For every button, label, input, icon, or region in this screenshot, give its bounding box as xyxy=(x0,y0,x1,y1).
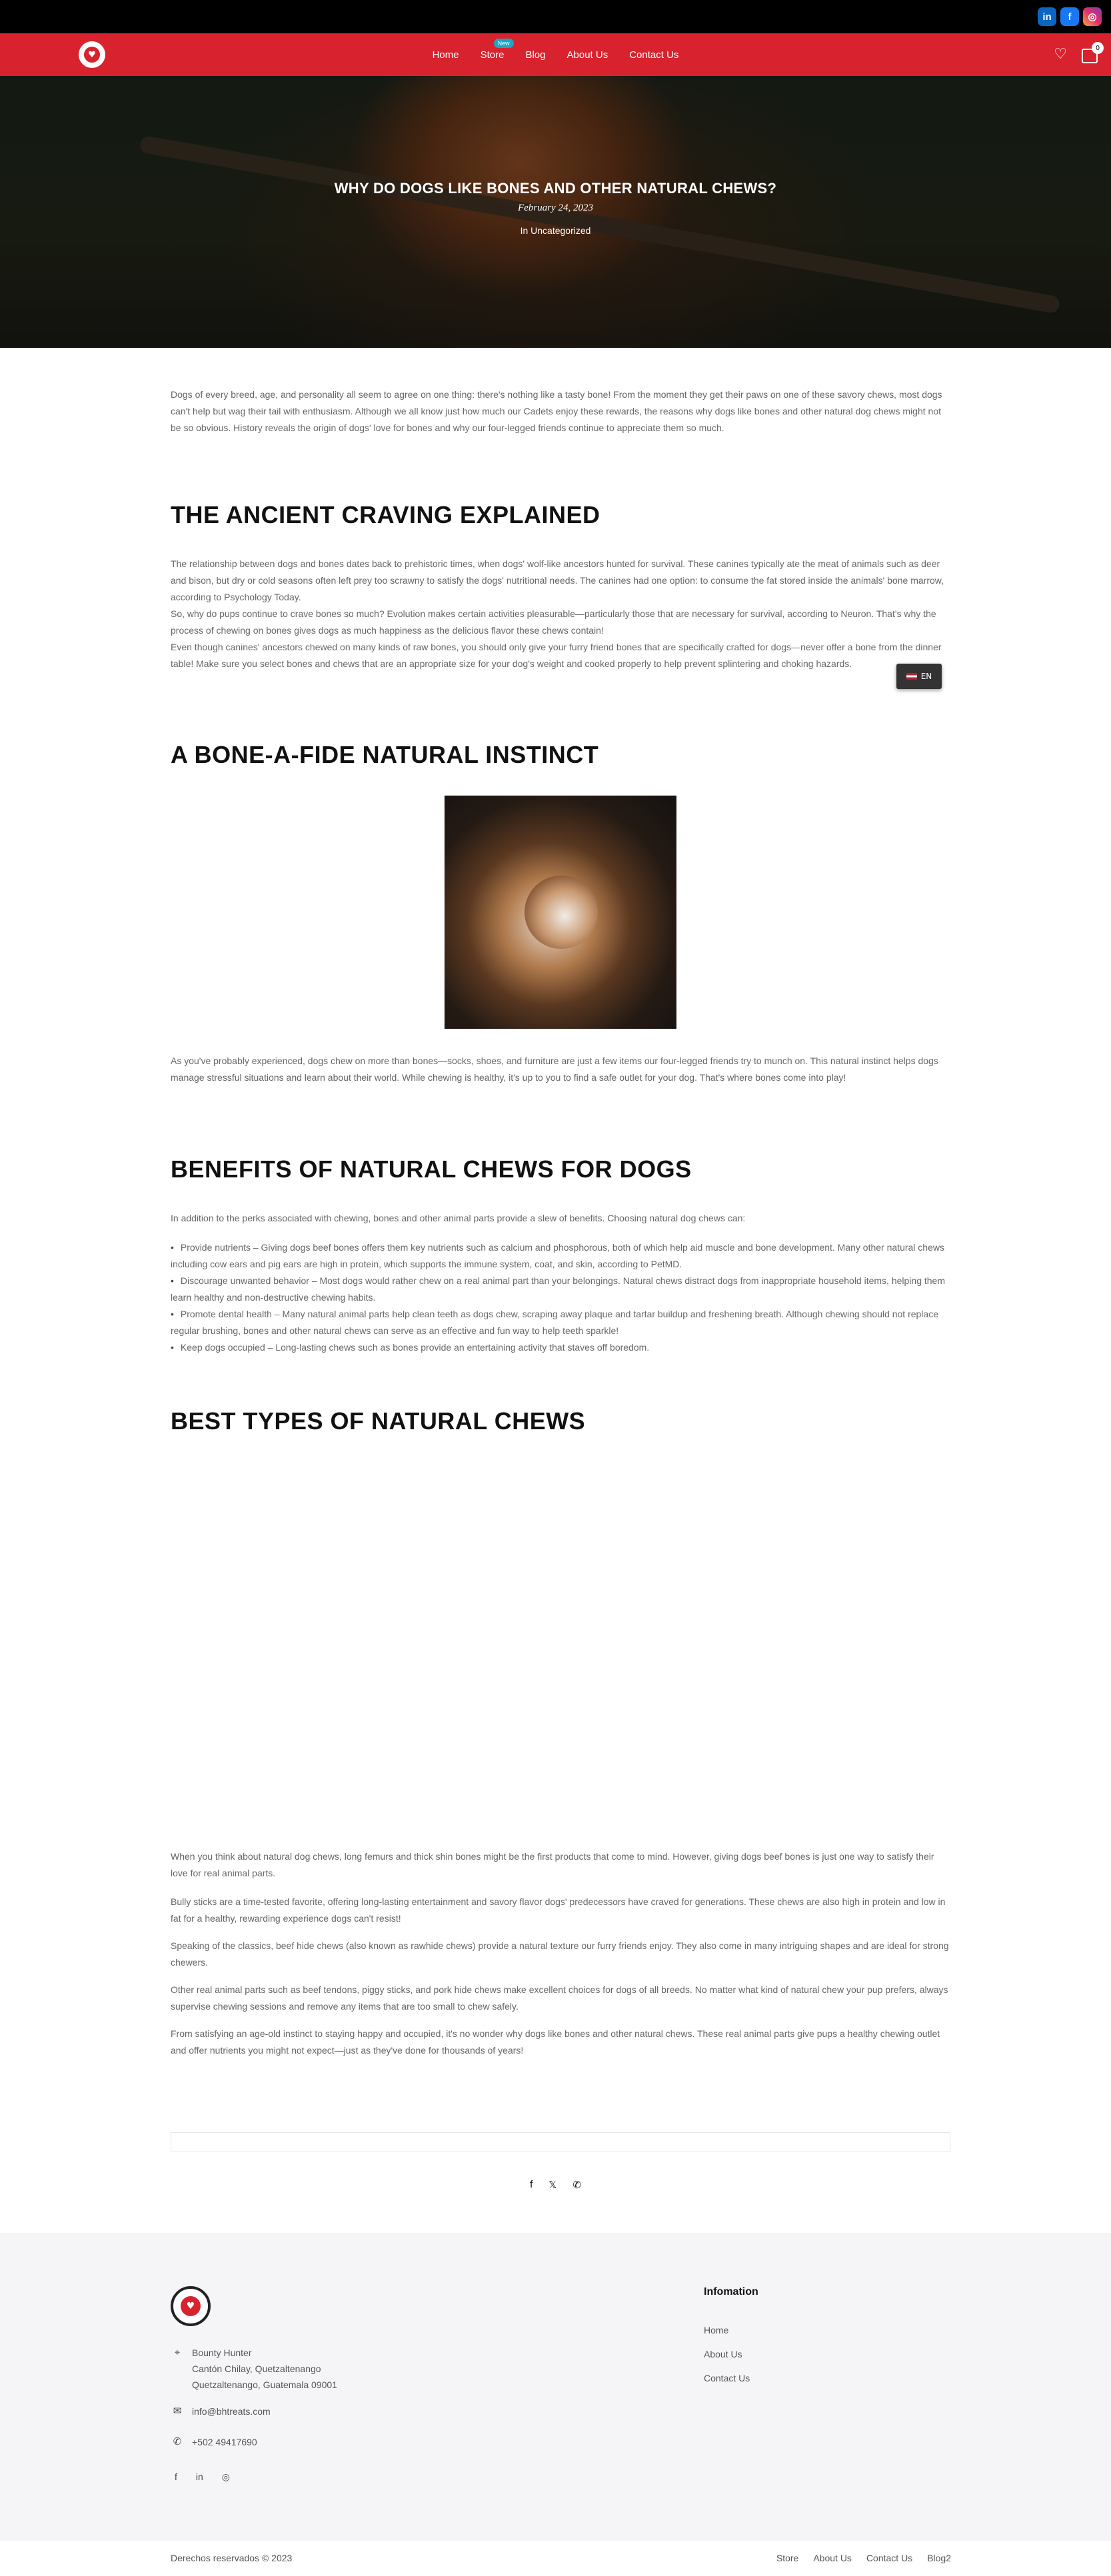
instagram-icon[interactable]: ◎ xyxy=(222,2471,230,2483)
address-line: Quetzaltenango, Guatemala 09001 xyxy=(192,2379,337,2390)
nav-store[interactable]: Store New xyxy=(480,38,514,61)
facebook-icon[interactable]: f xyxy=(1060,7,1079,26)
heart-logo-icon: ♥ xyxy=(181,2296,201,2316)
main-menu: Home Store New Blog About Us Contact Us xyxy=(0,33,1111,76)
post-category[interactable]: In Uncategorized xyxy=(0,225,1111,236)
intro-paragraph: Dogs of every breed, age, and personalit… xyxy=(171,389,942,433)
top-social-links: in f ◎ xyxy=(1038,7,1102,26)
bulldog-image xyxy=(445,796,676,1029)
ancient-paragraph-3: Even though canines' ancestors chewed on… xyxy=(171,642,942,669)
types-paragraph-3: Speaking of the classics, beef hide chew… xyxy=(171,1940,949,1968)
types-paragraph-4: Other real animal parts such as beef ten… xyxy=(171,1984,948,2012)
copyright-text: Derechos reservados © 2023 xyxy=(171,2553,293,2563)
whatsapp-share-icon[interactable]: ✆ xyxy=(572,2179,581,2191)
nav-home[interactable]: Home xyxy=(433,49,459,61)
bottom-link-contact-us[interactable]: Contact Us xyxy=(866,2553,912,2563)
bottom-link-blog2[interactable]: Blog2 xyxy=(927,2553,951,2563)
top-bar: in f ◎ xyxy=(0,0,1111,33)
types-paragraph-2: Bully sticks are a time-tested favorite,… xyxy=(171,1896,946,1924)
cart-count-badge: 0 xyxy=(1092,42,1104,54)
heading-benefits: BENEFITS OF NATURAL CHEWS FOR DOGS xyxy=(171,1155,692,1183)
linkedin-icon[interactable]: in xyxy=(196,2471,203,2483)
ancient-paragraph-1: The relationship between dogs and bones … xyxy=(171,558,944,602)
language-switcher[interactable]: EN xyxy=(896,664,942,689)
list-item: Discourage unwanted behavior – Most dogs… xyxy=(171,1273,950,1306)
list-item: Promote dental health – Many natural ani… xyxy=(171,1306,950,1339)
footer-info-title: Infomation xyxy=(704,2286,758,2297)
post-title: WHY DO DOGS LIKE BONES AND OTHER NATURAL… xyxy=(334,180,777,197)
post-meta-box xyxy=(171,2132,950,2152)
heading-ancient-craving: THE ANCIENT CRAVING EXPLAINED xyxy=(171,501,600,528)
address-line: Cantón Chilay, Quetzaltenango xyxy=(192,2363,321,2374)
facebook-icon[interactable]: f xyxy=(175,2471,177,2483)
us-flag-icon xyxy=(906,673,917,680)
new-badge: New xyxy=(493,38,514,48)
list-item: Provide nutrients – Giving dogs beef bon… xyxy=(171,1239,950,1273)
ancient-paragraph-2: So, why do pups continue to crave bones … xyxy=(171,608,936,636)
footer: ♥ ⌖ Bounty Hunter Cantón Chilay, Quetzal… xyxy=(0,2233,1111,2541)
footer-logo[interactable]: ♥ xyxy=(171,2286,211,2326)
language-label: EN xyxy=(920,672,932,681)
bottom-link-store[interactable]: Store xyxy=(776,2553,798,2563)
footer-link-contact-us[interactable]: Contact Us xyxy=(704,2373,750,2383)
address-line: Bounty Hunter xyxy=(192,2347,252,2358)
cart-icon[interactable]: 0 xyxy=(1082,42,1104,63)
facebook-share-icon[interactable]: f xyxy=(530,2179,533,2191)
instagram-icon[interactable]: ◎ xyxy=(1083,7,1102,26)
post-date: February 24, 2023 xyxy=(518,203,593,213)
email-link[interactable]: info@bhtreats.com xyxy=(192,2403,271,2419)
bottom-link-about-us[interactable]: About Us xyxy=(813,2553,852,2563)
footer-phone: ✆ +502 49417690 xyxy=(171,2434,257,2450)
footer-link-about-us[interactable]: About Us xyxy=(704,2349,742,2359)
instinct-paragraph: As you've probably experienced, dogs che… xyxy=(171,1055,938,1083)
twitter-share-icon[interactable]: 𝕏 xyxy=(549,2179,556,2191)
share-buttons: f 𝕏 ✆ xyxy=(0,2179,1111,2191)
footer-social: f in ◎ xyxy=(175,2471,230,2483)
benefits-list: Provide nutrients – Giving dogs beef bon… xyxy=(171,1239,950,1356)
heading-best-types: BEST TYPES OF NATURAL CHEWS xyxy=(171,1407,586,1435)
footer-address: ⌖ Bounty Hunter Cantón Chilay, Quetzalte… xyxy=(171,2345,337,2393)
bulldog-face xyxy=(525,876,598,949)
bottom-bar: Derechos reservados © 2023 Store About U… xyxy=(0,2541,1111,2576)
footer-email: ✉ info@bhtreats.com xyxy=(171,2403,271,2419)
nav-blog[interactable]: Blog xyxy=(525,49,545,61)
location-pin-icon: ⌖ xyxy=(174,2347,181,2358)
bottom-links: Store About Us Contact Us Blog2 xyxy=(776,2553,951,2563)
types-paragraph-1: When you think about natural dog chews, … xyxy=(171,1851,934,1878)
footer-link-home[interactable]: Home xyxy=(704,2325,728,2335)
main-navbar: ♥ Home Store New Blog About Us Contact Us… xyxy=(0,33,1111,76)
phone-icon: ✆ xyxy=(173,2436,182,2447)
nav-about-us[interactable]: About Us xyxy=(567,49,608,61)
list-item: Keep dogs occupied – Long-lasting chews … xyxy=(171,1339,950,1356)
hero-banner: WHY DO DOGS LIKE BONES AND OTHER NATURAL… xyxy=(0,76,1111,348)
nav-actions: ♡ 0 xyxy=(1054,42,1104,64)
benefits-intro: In addition to the perks associated with… xyxy=(171,1213,746,1223)
wishlist-heart-icon[interactable]: ♡ xyxy=(1054,45,1067,64)
heading-natural-instinct: A BONE-A-FIDE NATURAL INSTINCT xyxy=(171,741,599,768)
types-paragraph-5: From satisfying an age-old instinct to s… xyxy=(171,2028,940,2056)
nav-store-label: Store xyxy=(480,49,505,61)
envelope-icon: ✉ xyxy=(173,2405,182,2417)
phone-link[interactable]: +502 49417690 xyxy=(192,2434,257,2450)
linkedin-icon[interactable]: in xyxy=(1038,7,1056,26)
address-block: Bounty Hunter Cantón Chilay, Quetzaltena… xyxy=(192,2345,337,2393)
nav-contact-us[interactable]: Contact Us xyxy=(629,49,678,61)
